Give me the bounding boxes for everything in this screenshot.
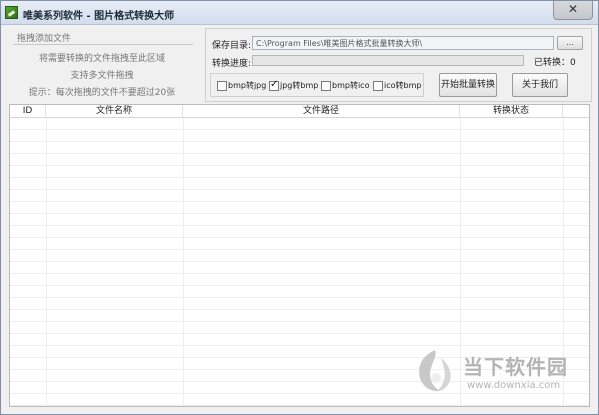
title-bar: 唯美系列软件 - 图片格式转换大师 ✕ (1, 1, 598, 25)
drop-zone-divider (13, 44, 193, 45)
watermark-text: 当下软件园 (463, 355, 568, 379)
start-convert-button[interactable]: 开始批量转换 (439, 73, 497, 97)
column-header-file-path[interactable]: 文件路径 (183, 105, 460, 118)
column-header-file-name[interactable]: 文件名称 (46, 105, 183, 118)
settings-panel: 保存目录: C:\Program Files\唯美图片格式批量转换大师\ ...… (205, 28, 592, 102)
column-header-id[interactable]: ID (10, 105, 46, 118)
format-label: ico转bmp (384, 81, 422, 90)
table-header: ID 文件名称 文件路径 转换状态 (10, 105, 589, 118)
drop-hint: 将需要转换的文件拖拽至此区域 (38, 54, 165, 64)
save-dir-label: 保存目录: (212, 41, 252, 51)
watermark-logo-icon (419, 350, 451, 392)
checkbox-jpg-bmp[interactable] (269, 79, 279, 91)
column-divider (46, 118, 47, 406)
column-divider (183, 118, 184, 406)
progress-label: 转换进度: (212, 59, 252, 69)
browse-button[interactable]: ... (557, 36, 583, 50)
checkbox-bmp-jpg[interactable] (217, 80, 227, 91)
format-option-ico-bmp[interactable]: ico转bmp (373, 80, 421, 92)
converted-count-display: 已转换：0 (534, 55, 576, 68)
save-dir-input[interactable]: C:\Program Files\唯美图片格式批量转换大师\ (252, 36, 554, 50)
checkbox-ico-bmp[interactable] (373, 80, 383, 91)
format-label: bmp转jpg (228, 81, 267, 90)
column-header-status[interactable]: 转换状态 (460, 105, 563, 118)
format-label: bmp转ico (332, 81, 370, 90)
app-icon (5, 6, 18, 19)
format-options: bmp转jpg jpg转bmp bmp转ico ico转bmp (210, 73, 424, 97)
converted-count: 0 (570, 58, 576, 68)
column-divider (460, 118, 461, 406)
format-label: jpg转bmp (280, 81, 319, 90)
converted-label: 已转换： (534, 58, 571, 68)
drop-zone-title: 拖拽添加文件 (17, 34, 72, 44)
window-title: 唯美系列软件 - 图片格式转换大师 (23, 11, 175, 22)
close-button[interactable]: ✕ (553, 1, 593, 20)
drop-zone[interactable]: 拖拽添加文件 将需要转换的文件拖拽至此区域 支持多文件拖拽 提示：每次拖拽的文件… (7, 28, 197, 100)
progress-bar (252, 55, 524, 66)
checkbox-bmp-ico[interactable] (321, 80, 331, 91)
limit-hint: 提示：每次拖拽的文件不要超过20张 (28, 88, 176, 98)
app-window: 唯美系列软件 - 图片格式转换大师 ✕ 拖拽添加文件 将需要转换的文件拖拽至此区… (0, 0, 599, 415)
multi-file-hint: 支持多文件拖拽 (70, 71, 134, 81)
about-button[interactable]: 关于我们 (512, 73, 568, 97)
format-option-jpg-bmp[interactable]: jpg转bmp (269, 79, 319, 92)
watermark-url: www.downxia.com (467, 380, 561, 391)
format-option-bmp-jpg[interactable]: bmp转jpg (217, 80, 266, 92)
format-option-bmp-ico[interactable]: bmp转ico (321, 80, 369, 92)
